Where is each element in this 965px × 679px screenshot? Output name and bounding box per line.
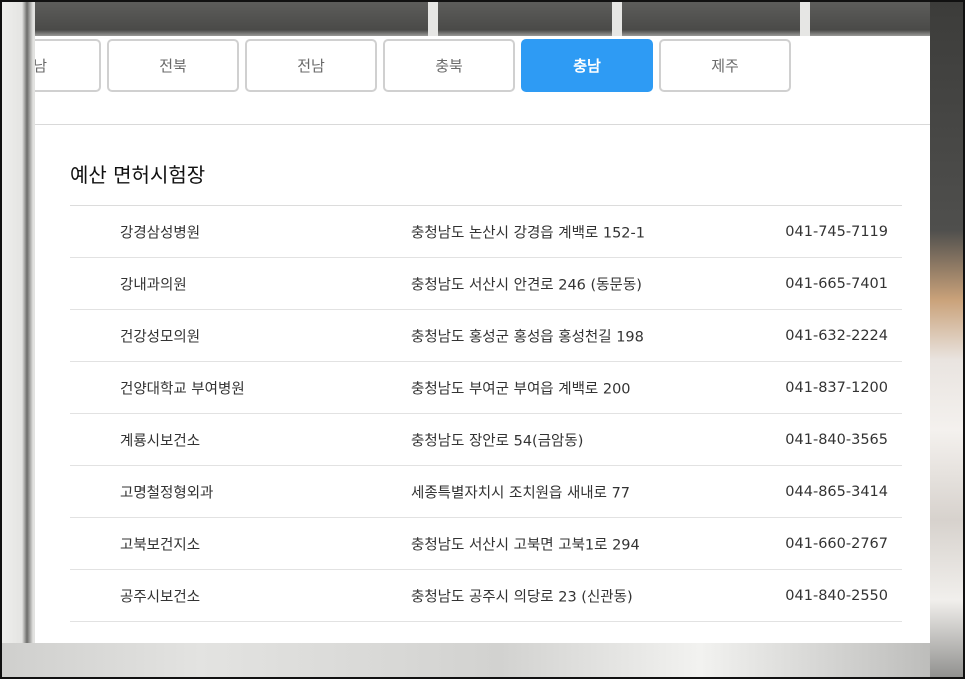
hospital-phone[interactable]: 041-665-7401 — [785, 276, 888, 292]
hospital-address: 충청남도 서산시 안견로 246 (동문동) — [411, 277, 642, 293]
tab-chungnam[interactable]: 충남 — [521, 39, 653, 92]
exam-center-panel: 남 전북 전남 충북 충남 제주 예산 면허시험장 강경삼성병원 충청남도 논산… — [35, 36, 930, 643]
list-item[interactable]: 계룡시보건소 충청남도 장안로 54(금암동) 041-840-3565 — [70, 414, 902, 466]
region-tabs: 남 전북 전남 충북 충남 제주 — [35, 36, 930, 125]
hospital-address: 충청남도 장안로 54(금암동) — [411, 433, 584, 449]
hospital-name: 계룡시보건소 — [120, 433, 201, 449]
hospital-phone[interactable]: 041-632-2224 — [785, 328, 888, 344]
tab-label: 전북 — [159, 57, 187, 75]
tab-label: 충남 — [573, 57, 601, 75]
hospital-list: 강경삼성병원 충청남도 논산시 강경읍 계백로 152-1 041-745-71… — [70, 205, 902, 643]
hospital-phone[interactable]: 044-865-3414 — [785, 484, 888, 500]
list-item[interactable]: 고북보건지소 충청남도 서산시 고북면 고북1로 294 041-660-276… — [70, 518, 902, 570]
list-item[interactable]: 건양대학교 부여병원 충청남도 부여군 부여읍 계백로 200 041-837-… — [70, 362, 902, 414]
photo-floor — [0, 643, 930, 679]
list-item[interactable] — [70, 622, 902, 643]
hospital-phone[interactable]: 041-840-3565 — [785, 432, 888, 448]
hospital-name: 고북보건지소 — [120, 537, 201, 553]
hospital-name: 강내과의원 — [120, 277, 187, 293]
hospital-name: 고명철정형외과 — [120, 485, 214, 501]
hospital-name: 강경삼성병원 — [120, 225, 201, 241]
window-mullion — [612, 0, 622, 40]
window-frame — [0, 0, 965, 40]
tab-jeju[interactable]: 제주 — [659, 39, 791, 92]
door-frame — [0, 0, 35, 679]
list-item[interactable]: 강경삼성병원 충청남도 논산시 강경읍 계백로 152-1 041-745-71… — [70, 206, 902, 258]
tab-jeonnam[interactable]: 전남 — [245, 39, 377, 92]
section-title: 예산 면허시험장 — [70, 163, 206, 187]
window-mullion — [800, 0, 810, 40]
hospital-address: 충청남도 부여군 부여읍 계백로 200 — [411, 381, 631, 397]
tab-chungbuk[interactable]: 충북 — [383, 39, 515, 92]
list-item[interactable]: 강내과의원 충청남도 서산시 안견로 246 (동문동) 041-665-740… — [70, 258, 902, 310]
hospital-address: 세종특별자치시 조치원읍 새내로 77 — [411, 485, 631, 501]
hospital-phone[interactable]: 041-660-2767 — [785, 536, 888, 552]
hospital-address: 충청남도 서산시 고북면 고북1로 294 — [411, 537, 640, 553]
list-item[interactable]: 고명철정형외과 세종특별자치시 조치원읍 새내로 77 044-865-3414 — [70, 466, 902, 518]
window-mullion — [428, 0, 438, 40]
list-item[interactable]: 공주시보건소 충청남도 공주시 의당로 23 (신관동) 041-840-255… — [70, 570, 902, 622]
tab-region[interactable]: 남 — [35, 39, 101, 92]
list-item[interactable]: 건강성모의원 충청남도 홍성군 홍성읍 홍성천길 198 041-632-222… — [70, 310, 902, 362]
tab-jeonbuk[interactable]: 전북 — [107, 39, 239, 92]
hospital-name: 공주시보건소 — [120, 589, 201, 605]
hospital-name: 건양대학교 부여병원 — [120, 381, 245, 397]
hospital-phone[interactable]: 041-837-1200 — [785, 380, 888, 396]
tab-label: 충북 — [435, 57, 463, 75]
hospital-name: 건강성모의원 — [120, 329, 201, 345]
tab-label: 남 — [35, 57, 47, 75]
hospital-address: 충청남도 홍성군 홍성읍 홍성천길 198 — [411, 329, 644, 345]
hospital-phone[interactable]: 041-840-2550 — [785, 588, 888, 604]
hospital-phone[interactable]: 041-745-7119 — [785, 224, 888, 240]
hospital-address: 충청남도 공주시 의당로 23 (신관동) — [411, 589, 633, 605]
tab-label: 전남 — [297, 57, 325, 75]
tab-label: 제주 — [711, 57, 739, 75]
photo-edge — [930, 0, 965, 679]
hospital-address: 충청남도 논산시 강경읍 계백로 152-1 — [411, 225, 645, 241]
